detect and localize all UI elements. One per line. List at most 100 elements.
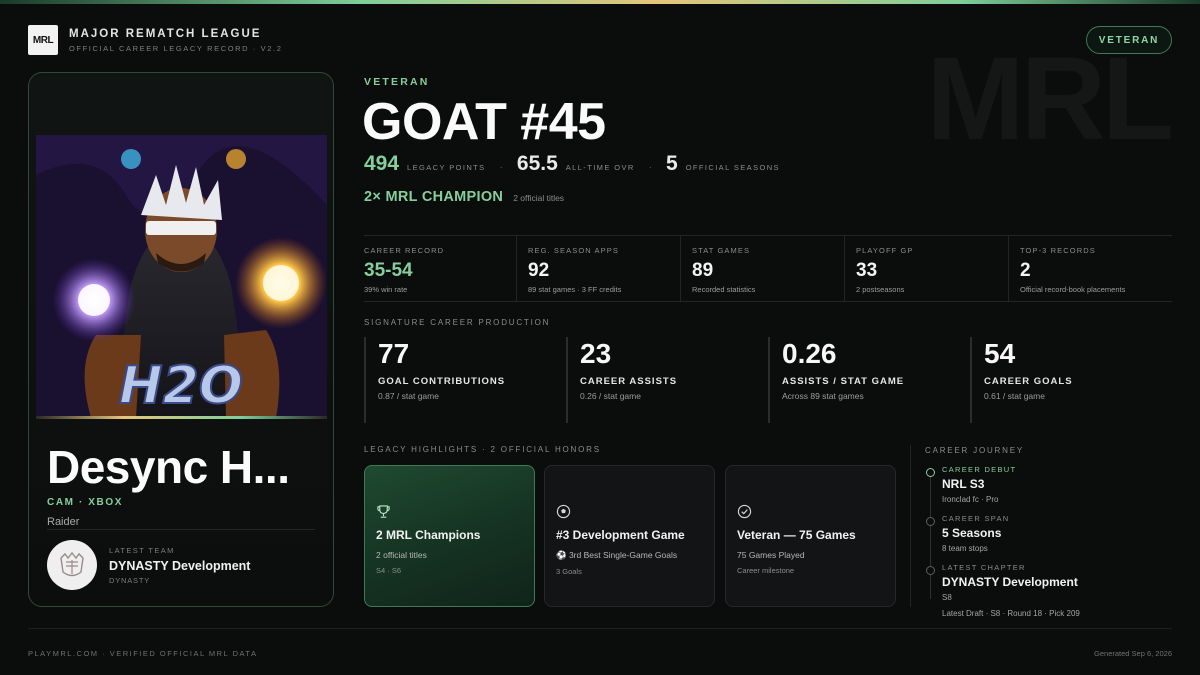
brand-text: MAJOR REMATCH LEAGUE OFFICIAL CAREER LEG… bbox=[69, 28, 282, 53]
signature-label: ASSISTS / STAT GAME bbox=[782, 376, 905, 387]
divider bbox=[364, 301, 1172, 302]
legacy-points-label: LEGACY POINTS bbox=[407, 163, 486, 172]
stat-stat-games: STAT GAMES 89 Recorded statistics bbox=[680, 236, 844, 301]
player-artwork: H2O bbox=[36, 135, 327, 418]
journey-detail: S8 bbox=[942, 593, 952, 602]
stat-caption: CAREER RECORD bbox=[364, 246, 445, 255]
signature-value: 54 bbox=[984, 338, 1016, 369]
signature-production: 77 GOAL CONTRIBUTIONS 0.87 / stat game 2… bbox=[364, 337, 1172, 423]
latest-team-caption: LATEST TEAM bbox=[109, 546, 175, 555]
journey-caption: CAREER JOURNEY bbox=[925, 446, 1024, 455]
hero-stats: 494 LEGACY POINTS · 65.5 ALL-TIME OVR · … bbox=[364, 152, 780, 176]
soccer-ball-icon bbox=[556, 504, 571, 519]
tier-badge: VETERAN bbox=[1086, 26, 1172, 54]
timeline-dot bbox=[926, 468, 935, 477]
signature-sub: Across 89 stat games bbox=[782, 391, 864, 401]
career-stats-row: CAREER RECORD 35-54 39% win rate REG. SE… bbox=[364, 236, 1172, 301]
timeline-dot bbox=[926, 566, 935, 575]
stat-sub: Official record-book placements bbox=[1020, 285, 1126, 294]
stat-value: 35-54 bbox=[364, 260, 413, 281]
highlights-caption: LEGACY HIGHLIGHTS · 2 OFFICIAL HONORS bbox=[364, 445, 601, 454]
latest-team-name: DYNASTY Development bbox=[109, 559, 251, 573]
signature-goal-contributions: 77 GOAL CONTRIBUTIONS 0.87 / stat game bbox=[364, 337, 566, 423]
journey-key: CAREER SPAN bbox=[942, 514, 1010, 523]
highlight-sub: 2 official titles bbox=[376, 550, 427, 560]
journey-timeline-line bbox=[930, 472, 931, 599]
signature-sub: 0.61 / stat game bbox=[984, 391, 1045, 401]
team-logo-icon bbox=[47, 540, 97, 590]
stat-career-record: CAREER RECORD 35-54 39% win rate bbox=[364, 236, 516, 301]
stat-sub: 2 postseasons bbox=[856, 285, 905, 294]
stat-caption: PLAYOFF GP bbox=[856, 246, 914, 255]
champion-line: 2× MRL CHAMPION 2 official titles bbox=[364, 189, 564, 205]
journey-latest-chapter: LATEST CHAPTER DYNASTY Development S8 La… bbox=[942, 563, 1080, 618]
separator-dot: · bbox=[499, 162, 503, 173]
brand-header: MRL MAJOR REMATCH LEAGUE OFFICIAL CAREER… bbox=[28, 25, 282, 55]
journey-detail: Ironclad fc · Pro bbox=[942, 495, 999, 504]
brand-title: MAJOR REMATCH LEAGUE bbox=[69, 27, 262, 40]
stat-value: 92 bbox=[528, 260, 550, 281]
journey-separator bbox=[910, 445, 911, 607]
svg-text:H2O: H2O bbox=[119, 356, 243, 416]
signature-career-goals: 54 CAREER GOALS 0.61 / stat game bbox=[970, 337, 1172, 423]
player-role: Raider bbox=[47, 516, 80, 528]
highlight-card-champions: 2 MRL Champions 2 official titles S4 · S… bbox=[364, 465, 535, 607]
highlight-title: #3 Development Game bbox=[556, 528, 685, 542]
card-divider bbox=[47, 529, 315, 530]
separator-dot: · bbox=[648, 162, 653, 173]
signature-label: CAREER GOALS bbox=[984, 376, 1073, 387]
mrl-logo: MRL bbox=[28, 25, 58, 55]
journey-value: 5 Seasons bbox=[942, 526, 1002, 540]
signature-sub: 0.26 / stat game bbox=[580, 391, 641, 401]
journey-value: DYNASTY Development bbox=[942, 575, 1078, 589]
player-positions: CAM · XBOX bbox=[47, 497, 123, 508]
journey-debut: CAREER DEBUT NRL S3 Ironclad fc · Pro bbox=[942, 465, 1016, 504]
trophy-icon bbox=[377, 505, 390, 518]
ovr-label: ALL-TIME OVR bbox=[565, 163, 635, 172]
signature-caption: SIGNATURE CAREER PRODUCTION bbox=[364, 318, 551, 327]
artwork-accent-bar bbox=[36, 416, 327, 419]
stat-value: 33 bbox=[856, 260, 878, 281]
player-name: Desync H... bbox=[47, 441, 290, 493]
journey-key: CAREER DEBUT bbox=[942, 465, 1017, 474]
stat-sub: 39% win rate bbox=[364, 285, 408, 294]
signature-value: 77 bbox=[378, 338, 410, 369]
stat-sub: Recorded statistics bbox=[692, 285, 756, 294]
footer-source: PLAYMRL.COM · VERIFIED OFFICIAL MRL DATA bbox=[28, 649, 258, 658]
legacy-points-value: 494 bbox=[364, 152, 400, 175]
ovr-value: 65.5 bbox=[516, 152, 558, 175]
journey-draft-detail: Latest Draft · S8 · Round 18 · Pick 209 bbox=[942, 609, 1080, 618]
highlight-detail: S4 · S6 bbox=[376, 566, 402, 575]
dynasty-crest-icon bbox=[60, 551, 84, 577]
stat-caption: TOP-3 RECORDS bbox=[1020, 246, 1096, 255]
top-accent-bar bbox=[0, 0, 1200, 4]
stat-top3-records: TOP-3 RECORDS 2 Official record-book pla… bbox=[1008, 236, 1172, 301]
brand-subtitle: OFFICIAL CAREER LEGACY RECORD · V2.2 bbox=[69, 43, 283, 53]
signature-sub: 0.87 / stat game bbox=[378, 391, 439, 401]
stat-playoff-gp: PLAYOFF GP 33 2 postseasons bbox=[844, 236, 1008, 301]
stat-value: 89 bbox=[692, 260, 714, 281]
highlight-sub: 75 Games Played bbox=[737, 550, 805, 560]
footer-divider bbox=[28, 628, 1172, 629]
goat-rank: GOAT #45 bbox=[362, 93, 606, 151]
highlight-title: Veteran — 75 Games bbox=[737, 528, 856, 542]
signature-label: CAREER ASSISTS bbox=[580, 376, 678, 387]
signature-career-assists: 23 CAREER ASSISTS 0.26 / stat game bbox=[566, 337, 768, 423]
check-circle-icon bbox=[737, 504, 752, 519]
stat-sub: 89 stat games · 3 FF credits bbox=[528, 285, 622, 294]
highlight-detail: 3 Goals bbox=[556, 567, 582, 576]
highlight-title: 2 MRL Champions bbox=[376, 528, 481, 542]
player-artwork-image: H2O bbox=[36, 135, 327, 418]
journey-span: CAREER SPAN 5 Seasons 8 team stops bbox=[942, 514, 1010, 553]
signature-label: GOAL CONTRIBUTIONS bbox=[378, 376, 506, 387]
footer-generated: Generated Sep 6, 2026 bbox=[1094, 649, 1172, 658]
timeline-dot bbox=[926, 517, 935, 526]
journey-key: LATEST CHAPTER bbox=[942, 563, 1026, 572]
signature-assists-per-game: 0.26 ASSISTS / STAT GAME Across 89 stat … bbox=[768, 337, 970, 423]
stat-reg-season-apps: REG. SEASON APPS 92 89 stat games · 3 FF… bbox=[516, 236, 680, 301]
player-card: H2O Desync H... CAM · XBOX Raider LATEST… bbox=[28, 72, 334, 607]
journey-detail: 8 team stops bbox=[942, 544, 988, 553]
signature-value: 23 bbox=[580, 338, 612, 369]
highlight-card-development-game: #3 Development Game ⚽ 3rd Best Single-Ga… bbox=[544, 465, 715, 607]
stat-value: 2 bbox=[1020, 260, 1031, 281]
